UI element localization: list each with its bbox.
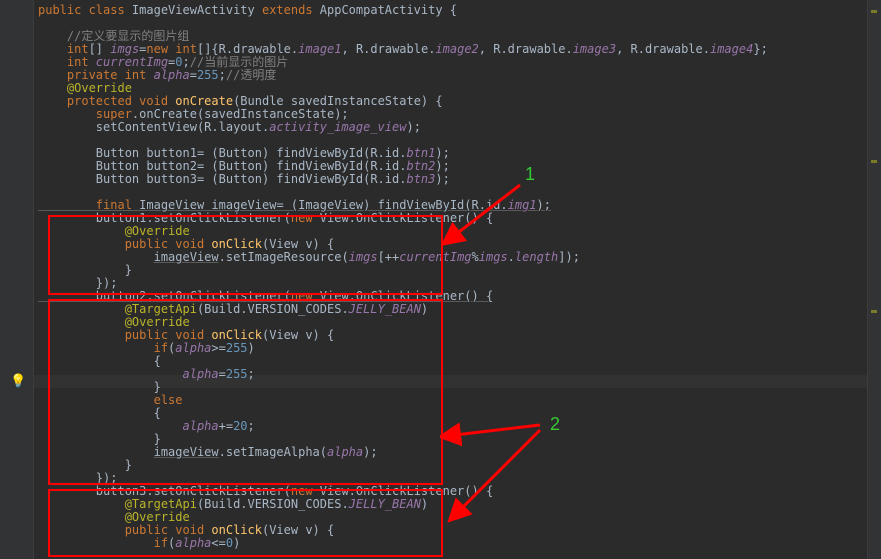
- code-line: }: [38, 380, 161, 394]
- intention-bulb-icon[interactable]: 💡: [10, 375, 26, 388]
- code-line: }: [38, 458, 132, 472]
- code-line: button2.setOnClickListener(new View.OnCl…: [38, 289, 493, 303]
- code-line: final ImageView imageView= (ImageView) f…: [38, 198, 551, 212]
- code-line: {: [38, 406, 161, 420]
- code-line: @Override: [38, 315, 190, 329]
- code-line: public void onClick(View v) {: [38, 328, 334, 342]
- code-line: alpha=255;: [38, 367, 255, 381]
- annotation-label-1: 1: [525, 168, 535, 181]
- code-line: });: [38, 276, 117, 290]
- code-line: @Override: [38, 510, 190, 524]
- warning-marker[interactable]: [871, 10, 877, 13]
- code-line: int[] imgs=new int[]{R.drawable.image1, …: [38, 42, 768, 56]
- code-line: //定义要显示的图片组: [38, 29, 189, 43]
- code-line: }: [38, 432, 161, 446]
- code-line: if(alpha<=0): [38, 536, 240, 550]
- code-line: button1.setOnClickListener(new View.OnCl…: [38, 211, 493, 225]
- code-line: setContentView(R.layout.activity_image_v…: [38, 120, 421, 134]
- error-stripe[interactable]: [867, 0, 881, 559]
- code-line: imageView.setImageResource(imgs[++curren…: [38, 250, 580, 264]
- code-line: alpha+=20;: [38, 419, 255, 433]
- code-line: button3.setOnClickListener(new View.OnCl…: [38, 484, 493, 498]
- code-line: Button button2= (Button) findViewById(R.…: [38, 159, 450, 173]
- code-line: {: [38, 354, 161, 368]
- code-line: }: [38, 263, 132, 277]
- code-line: @TargetApi(Build.VERSION_CODES.JELLY_BEA…: [38, 302, 428, 316]
- warning-marker[interactable]: [871, 160, 877, 163]
- warning-marker[interactable]: [871, 310, 877, 313]
- code-line: });: [38, 471, 117, 485]
- code-line: else: [38, 393, 183, 407]
- annotation-label-2: 2: [550, 418, 560, 431]
- code-line: @TargetApi(Build.VERSION_CODES.JELLY_BEA…: [38, 497, 428, 511]
- code-line: public void onClick(View v) {: [38, 237, 334, 251]
- editor-gutter: 💡: [0, 0, 34, 559]
- code-line: super.onCreate(savedInstanceState);: [38, 107, 349, 121]
- code-line: protected void onCreate(Bundle savedInst…: [38, 94, 443, 108]
- code-line: public class ImageViewActivity extends A…: [38, 3, 457, 17]
- code-line: int currentImg=0;//当前显示的图片: [38, 55, 288, 69]
- code-line: public void onClick(View v) {: [38, 523, 334, 537]
- code-line: private int alpha=255;//透明度: [38, 68, 276, 82]
- code-line: @Override: [38, 81, 132, 95]
- code-line: imageView.setImageAlpha(alpha);: [38, 445, 378, 459]
- code-line: Button button1= (Button) findViewById(R.…: [38, 146, 450, 160]
- code-line: Button button3= (Button) findViewById(R.…: [38, 172, 450, 186]
- code-line: @Override: [38, 224, 190, 238]
- code-area[interactable]: public class ImageViewActivity extends A…: [38, 4, 768, 550]
- code-line: if(alpha>=255): [38, 341, 255, 355]
